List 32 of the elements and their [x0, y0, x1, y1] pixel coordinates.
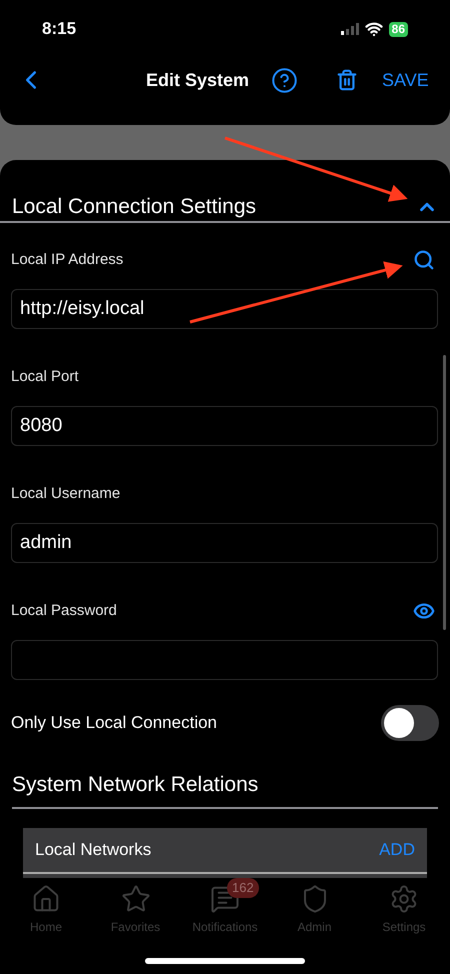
- notification-badge: 162: [227, 878, 259, 898]
- tab-item[interactable]: Settings: [360, 878, 448, 936]
- text-field[interactable]: [11, 640, 438, 680]
- wifi-icon: [364, 20, 383, 38]
- battery-level: 86: [388, 22, 408, 36]
- list-title: Local Networks: [35, 838, 152, 861]
- settings-icon: [389, 884, 419, 914]
- tab-item[interactable]: Admin: [270, 878, 358, 936]
- text-field[interactable]: admin: [11, 523, 438, 563]
- field-label: Local Username: [11, 484, 120, 504]
- section-title: System Network Relations: [12, 773, 258, 796]
- text-field[interactable]: 8080: [11, 406, 438, 446]
- field-label: Local Port: [11, 366, 79, 386]
- star-icon: [120, 884, 150, 914]
- save-button[interactable]: SAVE: [382, 66, 429, 94]
- text-field[interactable]: http://eisy.local: [11, 289, 438, 329]
- help-button[interactable]: [271, 66, 298, 94]
- toggle-label: Only Use Local Connection: [11, 712, 218, 734]
- tab-item[interactable]: 162 Notifications: [181, 878, 269, 936]
- section-title: Local Connection Settings: [12, 194, 256, 220]
- field-label: Local Password: [11, 600, 117, 620]
- tab-item[interactable]: Home: [2, 878, 90, 936]
- screen-title: Edit System: [146, 68, 250, 92]
- tab-item[interactable]: Favorites: [92, 878, 180, 936]
- home-icon: [31, 884, 61, 914]
- status-time: 8:15: [42, 18, 76, 40]
- field-label: Local IP Address: [11, 250, 124, 270]
- add-button[interactable]: ADD: [379, 836, 415, 862]
- search-icon[interactable]: [413, 249, 435, 271]
- signal-icon: [340, 23, 359, 35]
- delete-button[interactable]: [336, 69, 358, 91]
- toggle-switch[interactable]: [381, 705, 439, 741]
